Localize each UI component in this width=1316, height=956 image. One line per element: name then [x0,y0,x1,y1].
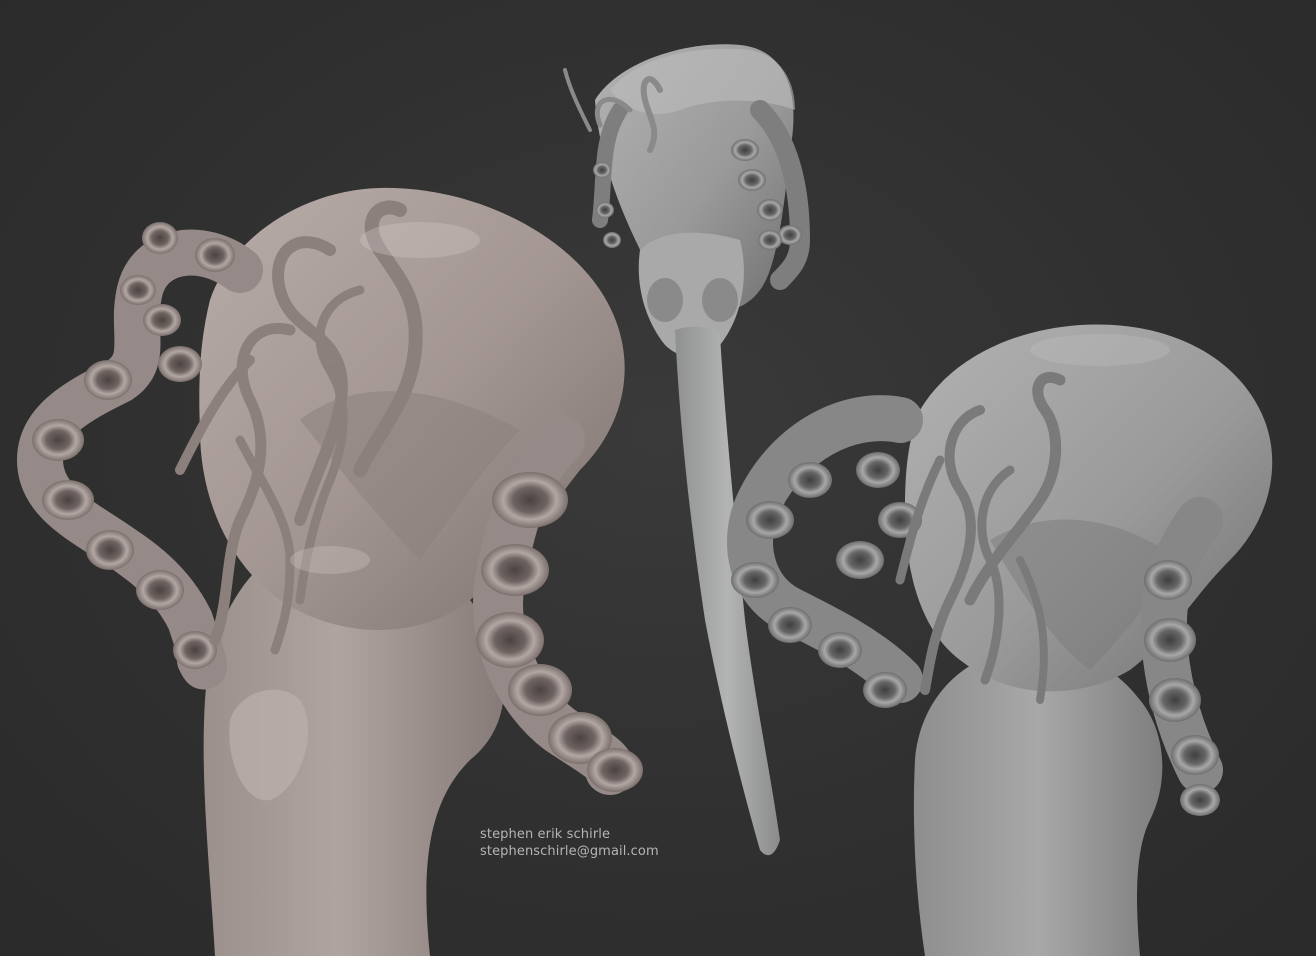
artist-name: stephen erik schirle [480,827,611,842]
artist-email: stephenschirle@gmail.com [480,844,659,859]
artist-credit: stephen erik schirle stephenschirle@gmai… [480,826,659,860]
sculpt-view-right [727,324,1273,956]
sculpt-renders [16,44,1273,956]
render-canvas: stephen erik schirle stephenschirle@gmai… [0,0,1316,956]
